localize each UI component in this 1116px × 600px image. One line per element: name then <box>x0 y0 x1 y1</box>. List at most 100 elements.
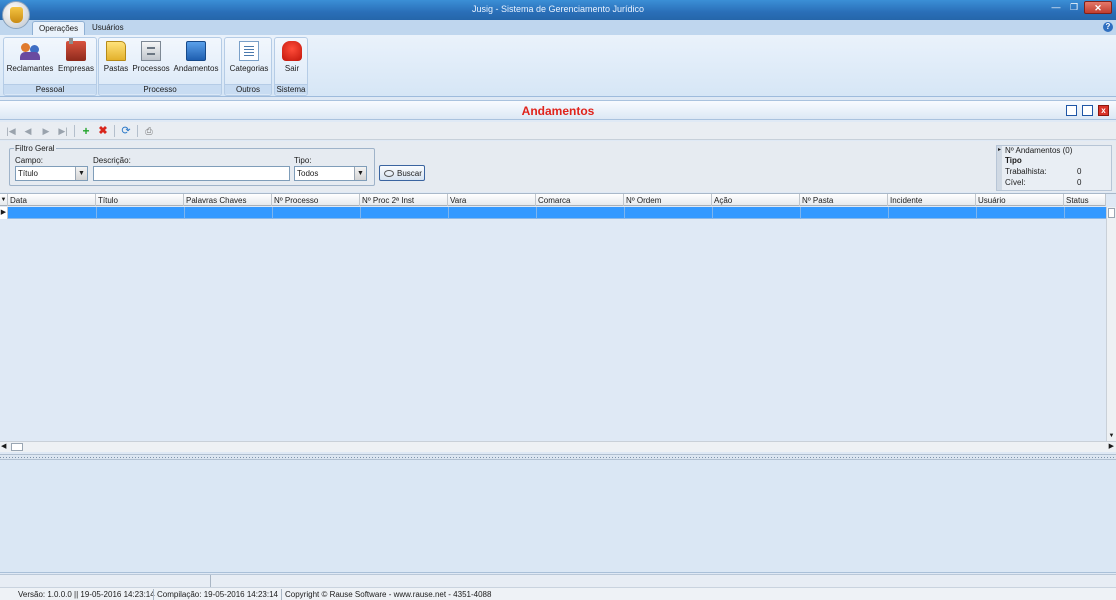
restore-button[interactable]: ❐ <box>1066 1 1082 14</box>
column-chooser-icon[interactable]: ▼ <box>0 194 8 206</box>
document-header: Andamentos x <box>0 100 1116 120</box>
processos-label: Processos <box>132 64 170 73</box>
tile-vertical-icon[interactable] <box>1066 105 1077 116</box>
scroll-right-icon[interactable]: ▶ <box>1109 442 1114 452</box>
column-header-data[interactable]: Data <box>8 194 96 206</box>
horizontal-scrollbar[interactable]: ◀ ▶ <box>0 441 1116 452</box>
help-icon[interactable]: ? <box>1103 22 1113 32</box>
column-header-numero-processo[interactable]: Nº Processo <box>272 194 360 206</box>
summary-tipo-header: Tipo <box>1005 156 1022 165</box>
andamentos-grid: ▼ Data Título Palavras Chaves Nº Process… <box>0 193 1116 453</box>
refresh-icon[interactable]: ⟳ <box>120 125 132 137</box>
campo-label: Campo: <box>15 156 44 165</box>
scroll-left-icon[interactable]: ◀ <box>1 442 6 452</box>
filtro-geral-legend: Filtro Geral <box>14 144 56 153</box>
summary-civel-value: 0 <box>1077 178 1082 187</box>
delete-record-icon[interactable]: ✖ <box>97 125 109 137</box>
toolbar-separator <box>137 125 138 137</box>
ribbon-group-processo: Pastas Processos Andamentos Processo <box>98 37 222 96</box>
table-row[interactable]: ▶ <box>0 207 1106 219</box>
column-header-numero-ordem[interactable]: Nº Ordem <box>624 194 712 206</box>
column-header-numero-proc-2-inst[interactable]: Nº Proc 2ª Inst <box>360 194 448 206</box>
vertical-scroll-thumb[interactable] <box>1108 208 1115 218</box>
summary-trabalhista-label: Trabalhista: <box>1005 167 1047 176</box>
print-icon[interactable]: ⎙ <box>143 125 155 137</box>
navigation-toolbar: |◀ ◀ ▶ ▶| + ✖ ⟳ ⎙ <box>0 122 1116 140</box>
app-menu-orb-icon[interactable] <box>2 1 30 29</box>
tab-operacoes[interactable]: Operações <box>32 21 86 35</box>
column-header-acao[interactable]: Ação <box>712 194 800 206</box>
collapse-handle[interactable]: ▸ <box>997 146 1002 190</box>
campo-value: Título <box>18 169 39 178</box>
status-copyright: Copyright © Rause Software - www.rause.n… <box>285 590 492 599</box>
column-header-comarca[interactable]: Comarca <box>536 194 624 206</box>
cabinet-icon <box>141 41 161 61</box>
add-record-icon[interactable]: + <box>80 125 92 137</box>
binoculars-icon <box>384 170 394 177</box>
group-label-pessoal: Pessoal <box>4 84 96 94</box>
chevron-down-icon: ▼ <box>354 167 366 180</box>
ribbon-group-sistema: Sair Sistema <box>274 37 308 96</box>
box-icon <box>186 41 206 61</box>
toolbar-separator <box>74 125 75 137</box>
empresas-label: Empresas <box>57 64 94 73</box>
stop-hand-icon <box>282 41 302 61</box>
tipo-select[interactable]: Todos ▼ <box>294 166 367 181</box>
status-compilacao: Compilação: 19-05-2016 14:23:14 <box>157 590 278 599</box>
campo-select[interactable]: Título ▼ <box>15 166 88 181</box>
pastas-button[interactable]: Pastas <box>101 39 131 77</box>
folder-icon <box>106 41 126 61</box>
summary-civel-label: Cível: <box>1005 178 1026 187</box>
column-header-incidente[interactable]: Incidente <box>888 194 976 206</box>
andamentos-button[interactable]: Andamentos <box>172 39 220 77</box>
sair-label: Sair <box>284 64 300 73</box>
list-icon <box>239 41 259 61</box>
pastas-label: Pastas <box>103 64 129 73</box>
factory-icon <box>66 38 86 61</box>
status-separator <box>210 575 211 587</box>
last-record-icon[interactable]: ▶| <box>57 125 69 137</box>
column-header-numero-pasta[interactable]: Nº Pasta <box>800 194 888 206</box>
sair-button[interactable]: Sair <box>277 39 307 77</box>
column-header-palavras-chaves[interactable]: Palavras Chaves <box>184 194 272 206</box>
categorias-label: Categorias <box>229 64 269 73</box>
toolbar-separator <box>114 125 115 137</box>
buscar-label: Buscar <box>397 169 422 178</box>
reclamantes-button[interactable]: Reclamantes <box>6 39 54 77</box>
people-icon <box>20 41 40 61</box>
ribbon: Reclamantes Empresas Pessoal Pastas Proc… <box>0 35 1116 97</box>
reclamantes-label: Reclamantes <box>6 64 54 73</box>
column-header-usuario[interactable]: Usuário <box>976 194 1064 206</box>
horizontal-scroll-thumb[interactable] <box>11 443 23 451</box>
grid-header: ▼ Data Título Palavras Chaves Nº Process… <box>0 194 1106 206</box>
group-label-outros: Outros <box>225 84 271 94</box>
cascade-windows-icon[interactable] <box>1082 105 1093 116</box>
window-controls: — ❐ ✕ <box>1048 1 1112 14</box>
scroll-down-icon[interactable]: ▼ <box>1107 432 1116 441</box>
tipo-value: Todos <box>297 169 319 178</box>
descricao-input[interactable] <box>93 166 290 181</box>
status-bar: Versão: 1.0.0.0 || 19-05-2016 14:23:14 C… <box>0 587 1116 600</box>
column-header-titulo[interactable]: Título <box>96 194 184 206</box>
previous-record-icon[interactable]: ◀ <box>22 125 34 137</box>
first-record-icon[interactable]: |◀ <box>5 125 17 137</box>
empresas-button[interactable]: Empresas <box>56 38 96 77</box>
tab-usuarios[interactable]: Usuários <box>86 21 130 35</box>
processos-button[interactable]: Processos <box>132 39 170 77</box>
categorias-button[interactable]: Categorias <box>227 39 271 77</box>
ribbon-group-outros: Categorias Outros <box>224 37 272 96</box>
close-button[interactable]: ✕ <box>1084 1 1112 14</box>
status-versao: Versão: 1.0.0.0 || 19-05-2016 14:23:14 <box>18 590 155 599</box>
tipo-label: Tipo: <box>294 156 312 165</box>
close-document-button[interactable]: x <box>1098 105 1109 116</box>
next-record-icon[interactable]: ▶ <box>40 125 52 137</box>
column-header-vara[interactable]: Vara <box>448 194 536 206</box>
column-header-status[interactable]: Status <box>1064 194 1106 206</box>
minimize-button[interactable]: — <box>1048 1 1064 14</box>
andamentos-summary-panel: ▸ Nº Andamentos (0) Tipo Trabalhista: 0 … <box>996 145 1112 191</box>
vertical-scrollbar[interactable]: ▼ <box>1106 207 1116 441</box>
chevron-down-icon: ▼ <box>75 167 87 180</box>
ribbon-group-pessoal: Reclamantes Empresas Pessoal <box>3 37 97 96</box>
buscar-button[interactable]: Buscar <box>379 165 425 181</box>
descricao-label: Descrição: <box>93 156 131 165</box>
